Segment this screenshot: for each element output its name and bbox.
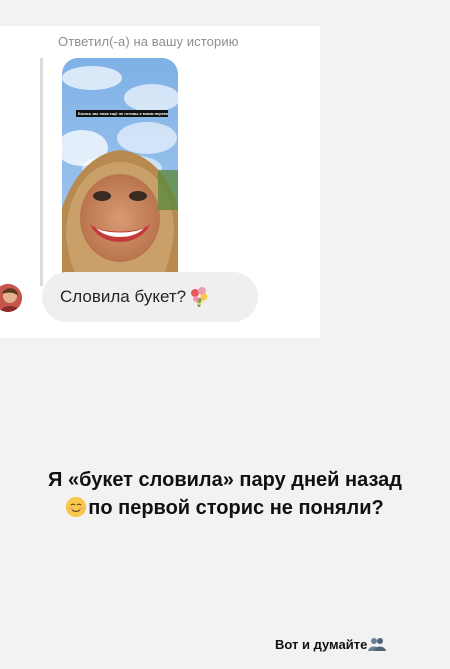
message-bubble[interactable]: Словила букет? xyxy=(42,272,258,322)
headline-line-2: по первой сторис не поняли? xyxy=(88,497,384,519)
footer-note: Вот и думайте xyxy=(275,637,387,652)
message-text: Словила букет? xyxy=(60,287,187,306)
reply-caption: Ответил(-а) на вашу историю xyxy=(58,34,239,49)
headline: Я «букет словила» пару дней назад по пер… xyxy=(0,466,450,522)
story-photo xyxy=(62,58,178,288)
avatar[interactable] xyxy=(0,284,22,312)
headline-line-1: Я «букет словила» пару дней назад xyxy=(48,469,402,491)
busts-icon xyxy=(368,637,387,651)
quote-bar xyxy=(40,58,43,286)
avatar-image xyxy=(0,284,22,312)
bouquet-icon xyxy=(188,286,210,308)
footer-text: Вот и думайте xyxy=(275,637,368,652)
headline-line-2-row: по первой сторис не поняли? xyxy=(0,494,450,522)
story-caption: Боюсь вы пока ещё не готовы к моим перем… xyxy=(76,110,168,117)
story-thumbnail[interactable]: Боюсь вы пока ещё не готовы к моим перем… xyxy=(62,58,178,288)
story-reply-card: Ответил(-а) на вашу историю Боюсь вы пок… xyxy=(0,26,320,338)
relieved-face-icon xyxy=(66,497,87,517)
